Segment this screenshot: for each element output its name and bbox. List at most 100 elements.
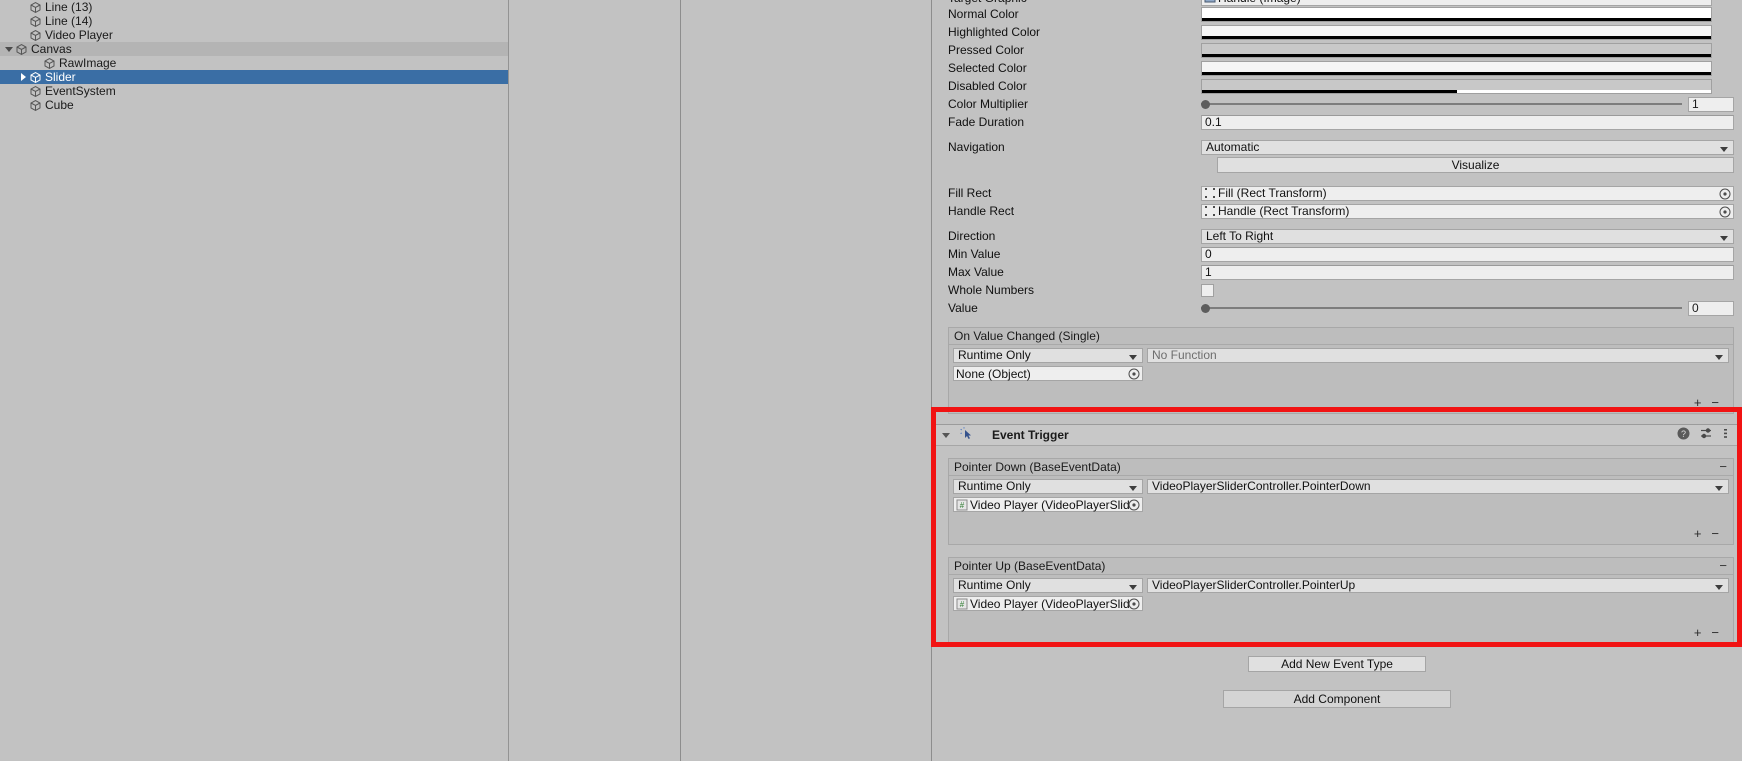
rect-transform-icon <box>1204 187 1216 199</box>
disabled-color-swatch[interactable] <box>1201 78 1712 94</box>
add-component-button[interactable]: Add Component <box>1223 690 1451 708</box>
pressed-color-swatch[interactable] <box>1201 42 1712 58</box>
foldout-spacer <box>18 16 29 27</box>
highlighted-color-swatch[interactable] <box>1201 24 1712 40</box>
help-icon[interactable]: ? <box>1677 427 1690 443</box>
color-multiplier-label: Color Multiplier <box>948 97 1029 111</box>
target-graphic-label: Target Graphic <box>948 0 1201 5</box>
event-box-title: Pointer Down (BaseEventData) <box>954 460 1121 474</box>
object-picker-icon[interactable] <box>1128 368 1140 380</box>
object-picker-icon[interactable] <box>1128 499 1140 511</box>
preset-icon[interactable] <box>1700 427 1713 443</box>
event-box-header: Pointer Up (BaseEventData) − <box>949 558 1733 575</box>
slider-knob[interactable] <box>1201 99 1210 109</box>
property-row-selected-color: Selected Color <box>932 59 1742 77</box>
hierarchy-item-line-13[interactable]: Line (13) <box>0 0 508 14</box>
disabled-color-label: Disabled Color <box>948 79 1027 93</box>
event-trigger-title: Event Trigger <box>992 428 1069 442</box>
event-add-remove-controls: + − <box>949 623 1733 643</box>
direction-dropdown[interactable]: Left To Right <box>1201 228 1734 244</box>
color-swatch-fill <box>1202 61 1711 72</box>
min-value-input[interactable]: 0 <box>1201 246 1734 262</box>
object-picker-icon[interactable] <box>1719 206 1731 218</box>
hierarchy-item-video-player[interactable]: Video Player <box>0 28 508 42</box>
hierarchy-item-line-14[interactable]: Line (14) <box>0 14 508 28</box>
selected-color-swatch[interactable] <box>1201 60 1712 76</box>
slider-track <box>1201 307 1682 309</box>
value-input[interactable]: 0 <box>1688 300 1734 316</box>
handle-rect-objectfield[interactable]: Handle (Rect Transform) <box>1201 203 1734 219</box>
foldout-spacer <box>18 2 29 13</box>
hierarchy-item-label: Cube <box>45 98 74 112</box>
fill-rect-label: Fill Rect <box>948 186 992 200</box>
value-label: Value <box>948 301 978 315</box>
normal-color-swatch[interactable] <box>1201 6 1712 22</box>
direction-label: Direction <box>948 229 996 243</box>
ovc-mode-dropdown[interactable]: Runtime Only <box>953 348 1143 363</box>
event-remove-button[interactable]: − <box>1711 625 1719 640</box>
selected-color-label: Selected Color <box>948 61 1027 75</box>
foldout-down-icon[interactable] <box>4 44 15 55</box>
ovc-add-button[interactable]: + <box>1694 395 1702 410</box>
fill-rect-objectfield[interactable]: Fill (Rect Transform) <box>1201 185 1734 201</box>
color-multiplier-input[interactable]: 1 <box>1688 96 1734 112</box>
target-graphic-objectfield[interactable]: Handle (Image) <box>1201 0 1712 6</box>
handle-rect-value: Handle (Rect Transform) <box>1218 204 1350 218</box>
hierarchy-item-canvas[interactable]: Canvas <box>0 42 508 56</box>
hierarchy-panel: Line (13) Line (14) Video Player Canvas RawI… <box>0 0 509 761</box>
event-object-field[interactable]: # Video Player (VideoPlayerSlid <box>953 596 1143 611</box>
object-picker-icon[interactable] <box>1128 598 1140 610</box>
event-mode-dropdown[interactable]: Runtime Only <box>953 479 1143 494</box>
event-mode-dropdown[interactable]: Runtime Only <box>953 578 1143 593</box>
ovc-remove-button[interactable]: − <box>1711 395 1719 410</box>
object-picker-icon[interactable] <box>1719 188 1731 200</box>
visualize-button[interactable]: Visualize <box>1217 157 1734 173</box>
event-box-collapse-button[interactable]: − <box>1719 559 1727 572</box>
event-remove-button[interactable]: − <box>1711 526 1719 541</box>
fade-duration-label: Fade Duration <box>948 115 1025 129</box>
color-alpha-bar <box>1202 89 1711 93</box>
property-row-visualize: Visualize <box>932 156 1742 174</box>
property-row-max-value: Max Value 1 <box>932 263 1742 281</box>
navigation-dropdown[interactable]: Automatic <box>1201 139 1734 155</box>
ovc-function-dropdown[interactable]: No Function <box>1147 348 1729 363</box>
whole-numbers-checkbox[interactable] <box>1201 283 1214 297</box>
color-swatch-fill <box>1202 43 1711 54</box>
hierarchy-item-slider[interactable]: Slider <box>0 70 508 84</box>
ovc-object-field[interactable]: None (Object) <box>953 366 1143 381</box>
gameobject-cube-icon <box>29 99 42 112</box>
property-row-whole-numbers: Whole Numbers <box>932 281 1742 299</box>
color-multiplier-slider[interactable] <box>1201 97 1682 112</box>
rect-transform-icon <box>1204 205 1216 217</box>
property-row-value: Value 0 <box>932 299 1742 317</box>
event-object-value: Video Player (VideoPlayerSlid <box>970 596 1130 611</box>
svg-text:?: ? <box>1681 429 1686 439</box>
hierarchy-item-cube[interactable]: Cube <box>0 98 508 112</box>
kebab-menu-icon[interactable] <box>1723 427 1728 443</box>
event-box-collapse-button[interactable]: − <box>1719 460 1727 473</box>
event-object-field[interactable]: # Video Player (VideoPlayerSlid <box>953 497 1143 512</box>
chevron-down-icon <box>1715 486 1723 491</box>
fade-duration-input[interactable]: 0.1 <box>1201 114 1734 130</box>
event-function-value: VideoPlayerSliderController.PointerUp <box>1152 578 1356 592</box>
hierarchy-item-eventsystem[interactable]: EventSystem <box>0 84 508 98</box>
hierarchy-item-rawimage[interactable]: RawImage <box>0 56 508 70</box>
value-slider[interactable] <box>1201 301 1682 316</box>
event-box-pointer-up: Pointer Up (BaseEventData) − Runtime Only #… <box>948 557 1734 644</box>
slider-knob[interactable] <box>1201 303 1210 313</box>
chevron-down-icon <box>1129 355 1137 360</box>
event-add-button[interactable]: + <box>1694 625 1702 640</box>
event-trigger-event-list: Pointer Down (BaseEventData) − Runtime Onl… <box>932 458 1742 644</box>
max-value-input[interactable]: 1 <box>1201 264 1734 280</box>
foldout-right-icon[interactable] <box>18 72 29 83</box>
event-function-dropdown[interactable]: VideoPlayerSliderController.PointerUp <box>1147 578 1729 593</box>
event-add-button[interactable]: + <box>1694 526 1702 541</box>
chevron-down-icon <box>1715 585 1723 590</box>
event-mode-value: Runtime Only <box>958 578 1031 592</box>
inspector-panel: Target Graphic Handle (Image) Normal Col… <box>931 0 1742 761</box>
event-function-dropdown[interactable]: VideoPlayerSliderController.PointerDown <box>1147 479 1729 494</box>
pressed-color-label: Pressed Color <box>948 43 1025 57</box>
svg-text:#: # <box>960 501 965 510</box>
event-trigger-header[interactable]: Event Trigger ? <box>932 424 1742 446</box>
add-new-event-type-button[interactable]: Add New Event Type <box>1248 656 1426 672</box>
